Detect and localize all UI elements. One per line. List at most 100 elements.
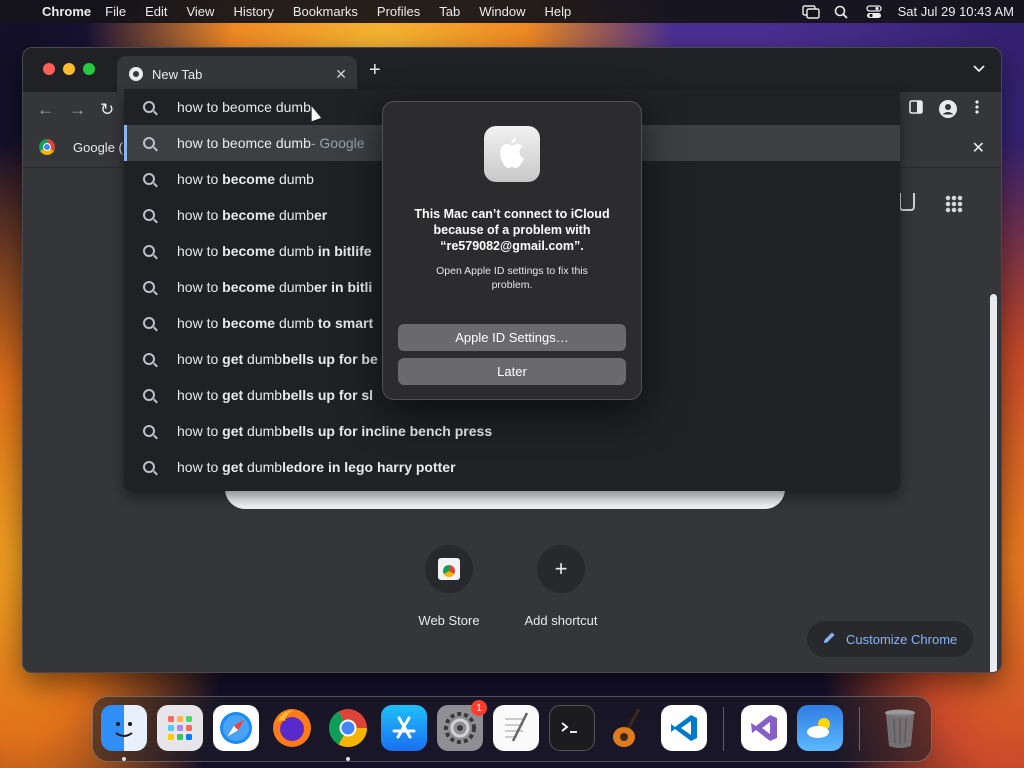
shortcut-circle: + bbox=[537, 545, 585, 593]
search-icon bbox=[143, 281, 155, 293]
menu-history[interactable]: History bbox=[233, 4, 273, 19]
reload-icon[interactable]: ↻ bbox=[100, 100, 114, 120]
menu-help[interactable]: Help bbox=[545, 4, 572, 19]
app-store-icon[interactable] bbox=[381, 705, 427, 751]
search-icon bbox=[143, 317, 155, 329]
chrome-favicon-icon bbox=[129, 67, 143, 81]
profile-avatar-icon[interactable] bbox=[939, 100, 957, 122]
pencil-icon bbox=[823, 631, 836, 647]
tab-title: New Tab bbox=[152, 66, 203, 82]
suggestion-completion: to smart bbox=[313, 315, 374, 331]
menu-window[interactable]: Window bbox=[479, 4, 525, 19]
visual-studio-icon[interactable] bbox=[741, 705, 787, 751]
shortcut-label: Web Store bbox=[418, 613, 480, 628]
close-window-button[interactable] bbox=[43, 63, 55, 75]
menu-edit[interactable]: Edit bbox=[145, 4, 167, 19]
suggestion-completion: ledore in lego harry potter bbox=[282, 459, 456, 475]
shortcut-label: Add shortcut bbox=[524, 613, 598, 628]
suggestion-tail: dumb bbox=[275, 315, 314, 331]
menu-clock[interactable]: Sat Jul 29 10:43 AM bbox=[898, 4, 1014, 19]
customize-chrome-button[interactable]: Customize Chrome bbox=[807, 621, 973, 657]
dock-separator bbox=[859, 707, 860, 751]
menu-file[interactable]: File bbox=[105, 4, 126, 19]
suggestion-tail: dumb bbox=[275, 171, 314, 187]
google-chrome-icon[interactable] bbox=[325, 705, 371, 751]
suggestion-completion: er bbox=[313, 207, 328, 223]
bookmark-bar-close-icon[interactable]: ✕ bbox=[972, 138, 985, 158]
google-apps-icon[interactable] bbox=[945, 195, 963, 213]
suggestion-source: - Google bbox=[310, 135, 365, 151]
suggestion-completion: bells up for incline bench press bbox=[282, 423, 493, 439]
later-button[interactable]: Later bbox=[398, 358, 626, 385]
dock-separator bbox=[723, 707, 724, 751]
firefox-icon[interactable] bbox=[269, 705, 315, 751]
shortcut-web-store[interactable]: Web Store bbox=[394, 545, 504, 628]
suggestion-completion: er in bitli bbox=[313, 279, 373, 295]
customize-label: Customize Chrome bbox=[846, 631, 958, 647]
alert-title: This Mac can’t connect to iCloud because… bbox=[414, 207, 610, 253]
side-panel-icon[interactable] bbox=[909, 100, 923, 118]
new-tab-button[interactable]: + bbox=[369, 60, 381, 80]
weather-icon[interactable] bbox=[797, 705, 843, 751]
suggestion-prefix: how to bbox=[177, 207, 223, 223]
menu-profiles[interactable]: Profiles bbox=[377, 4, 420, 19]
suggestion-bold: become bbox=[222, 279, 276, 295]
search-icon bbox=[143, 461, 155, 473]
forward-arrow-icon[interactable]: → bbox=[69, 100, 86, 120]
safari-icon[interactable] bbox=[213, 705, 259, 751]
vscode-icon[interactable] bbox=[661, 705, 707, 751]
suggestion-completion: bells up for be bbox=[282, 351, 378, 367]
tab-new-tab[interactable]: New Tab ✕ bbox=[117, 56, 357, 92]
suggestion-prefix: how to bbox=[177, 459, 223, 475]
spotlight-search-icon[interactable] bbox=[834, 5, 852, 19]
launchpad-icon[interactable] bbox=[157, 705, 203, 751]
bookmark-google[interactable]: Google ( bbox=[39, 139, 123, 155]
chrome-menu-icon[interactable] bbox=[975, 100, 979, 118]
search-icon bbox=[143, 245, 155, 257]
suggestion-tail: dumb bbox=[243, 459, 283, 475]
menu-app-name[interactable]: Chrome bbox=[42, 4, 91, 19]
dock: 1 bbox=[92, 696, 932, 762]
menu-view[interactable]: View bbox=[186, 4, 214, 19]
suggestion-tail: dumb bbox=[243, 351, 283, 367]
notification-badge: 1 bbox=[471, 700, 487, 716]
suggestion-prefix: how to bbox=[177, 423, 223, 439]
omnibox-input[interactable]: how to beomce dumb bbox=[124, 89, 382, 125]
omnibox-text: how to beomce dumb bbox=[177, 99, 311, 115]
minimize-window-button[interactable] bbox=[63, 63, 75, 75]
tab-close-icon[interactable]: ✕ bbox=[335, 66, 347, 83]
control-center-icon[interactable] bbox=[865, 4, 884, 19]
menu-bookmarks[interactable]: Bookmarks bbox=[293, 4, 358, 19]
terminal-icon[interactable] bbox=[549, 705, 595, 751]
finder-icon[interactable] bbox=[101, 705, 147, 751]
menu-tab[interactable]: Tab bbox=[439, 4, 460, 19]
search-icon bbox=[143, 173, 155, 185]
running-indicator bbox=[346, 757, 350, 761]
suggestion-prefix: how to bbox=[177, 243, 223, 259]
apple-id-settings-button[interactable]: Apple ID Settings… bbox=[398, 324, 626, 351]
trash-icon[interactable] bbox=[877, 705, 923, 751]
suggestion-prefix: how to bbox=[177, 171, 223, 187]
search-icon bbox=[143, 101, 155, 113]
zoom-window-button[interactable] bbox=[83, 63, 95, 75]
suggestion-row[interactable]: how to get dumb bells up for incline benc… bbox=[124, 413, 900, 449]
system-settings-icon[interactable]: 1 bbox=[437, 700, 487, 751]
screen-mirroring-icon[interactable] bbox=[801, 4, 820, 19]
suggestion-tail: dumb bbox=[275, 279, 314, 295]
suggestion-prefix: how to bbox=[177, 387, 223, 403]
page-scrollbar[interactable] bbox=[990, 294, 997, 672]
back-arrow-icon[interactable]: ← bbox=[37, 100, 54, 120]
suggestion-prefix: how to bbox=[177, 351, 223, 367]
system-settings-apple-icon bbox=[484, 126, 540, 182]
shortcut-add[interactable]: + Add shortcut bbox=[506, 545, 616, 628]
textedit-icon[interactable] bbox=[493, 705, 539, 751]
tab-search-chevron-icon[interactable] bbox=[973, 62, 985, 76]
suggestion-row[interactable]: how to get dumb ledore in lego harry pott… bbox=[124, 449, 900, 485]
garageband-icon[interactable] bbox=[605, 705, 651, 751]
suggestion-text: how to beomce dumb bbox=[177, 135, 311, 151]
suggestion-completion: in bitlife bbox=[313, 243, 372, 259]
search-icon bbox=[143, 137, 155, 149]
icloud-alert-dialog: This Mac can’t connect to iCloud because… bbox=[382, 101, 642, 400]
chrome-labs-icon[interactable] bbox=[899, 193, 915, 211]
shortcut-circle bbox=[425, 545, 473, 593]
